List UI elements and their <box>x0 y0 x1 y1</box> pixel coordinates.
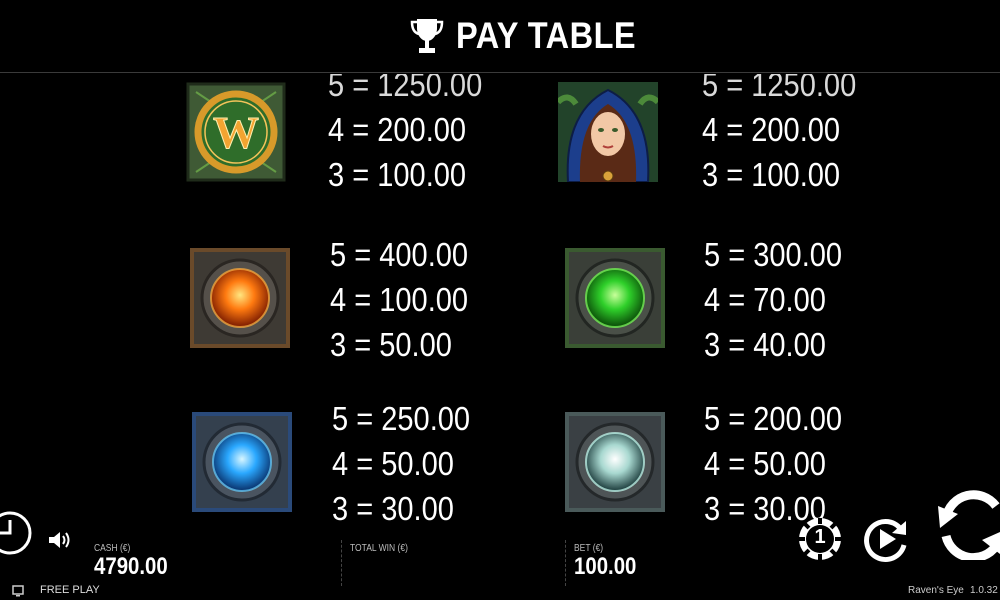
trophy-icon <box>410 19 444 53</box>
pays-fire-orb: 5 = 400.00 4 = 100.00 3 = 50.00 <box>330 232 468 367</box>
spin-icon[interactable] <box>938 488 1000 560</box>
pay-line: 4 = 70.00 <box>704 281 826 318</box>
pays-hooded-woman: 5 = 1250.00 4 = 200.00 3 = 100.00 <box>702 74 856 197</box>
pay-line: 5 = 1250.00 <box>328 74 483 103</box>
pay-line: 5 = 400.00 <box>330 236 469 273</box>
wild-w-symbol: W <box>186 82 286 182</box>
blue-orb-symbol <box>192 412 292 512</box>
pay-line: 4 = 200.00 <box>702 111 841 148</box>
pay-line: 5 = 200.00 <box>704 400 843 437</box>
game-name: Raven's Eye <box>908 585 964 596</box>
pay-line: 4 = 100.00 <box>330 281 469 318</box>
pay-line: 3 = 100.00 <box>702 156 841 193</box>
total-win-label: TOTAL WIN (€) <box>350 543 408 554</box>
pays-blue-orb: 5 = 250.00 4 = 50.00 3 = 30.00 <box>332 396 470 530</box>
pay-line: 5 = 1250.00 <box>702 74 857 103</box>
divider <box>565 540 566 586</box>
pays-white-orb: 5 = 200.00 4 = 50.00 3 = 30.00 <box>704 396 842 530</box>
pay-line: 4 = 50.00 <box>704 445 826 482</box>
screen-icon <box>12 585 24 597</box>
clock-icon[interactable] <box>0 510 36 556</box>
divider <box>341 540 342 586</box>
paytable-scroll-area[interactable]: W 5 = 1250.00 4 = 200.00 3 = 100.00 5 = … <box>0 74 1000 530</box>
pay-line: 4 = 50.00 <box>332 445 454 482</box>
svg-text:W: W <box>213 107 259 158</box>
white-orb-symbol <box>565 412 665 512</box>
pays-green-orb: 5 = 300.00 4 = 70.00 3 = 40.00 <box>704 232 842 367</box>
coin-value-button[interactable]: 1 <box>797 516 843 562</box>
pay-line: 5 = 300.00 <box>704 236 843 273</box>
title-wrap: PAY TABLE <box>410 14 661 58</box>
pay-line: 4 = 200.00 <box>328 111 467 148</box>
bet-value: 100.00 <box>574 553 637 580</box>
hooded-woman-symbol <box>558 82 658 182</box>
green-orb-symbol <box>565 248 665 348</box>
pay-line: 3 = 100.00 <box>328 156 467 193</box>
autoplay-icon[interactable] <box>862 515 912 563</box>
free-play-label: FREE PLAY <box>40 584 100 596</box>
cash-value: 4790.00 <box>94 553 168 580</box>
pays-wild-w: 5 = 1250.00 4 = 200.00 3 = 100.00 <box>328 74 482 197</box>
pay-line: 3 = 50.00 <box>330 326 452 363</box>
sound-icon[interactable] <box>47 530 71 550</box>
pay-line: 3 = 40.00 <box>704 326 826 363</box>
header: PAY TABLE <box>0 0 1000 73</box>
fire-orb-symbol <box>190 248 290 348</box>
chip-value: 1 <box>814 526 826 548</box>
page-title: PAY TABLE <box>456 15 637 56</box>
pay-line: 3 = 30.00 <box>332 490 454 527</box>
version-label: 1.0.32 <box>970 585 998 596</box>
pay-line: 5 = 250.00 <box>332 400 471 437</box>
